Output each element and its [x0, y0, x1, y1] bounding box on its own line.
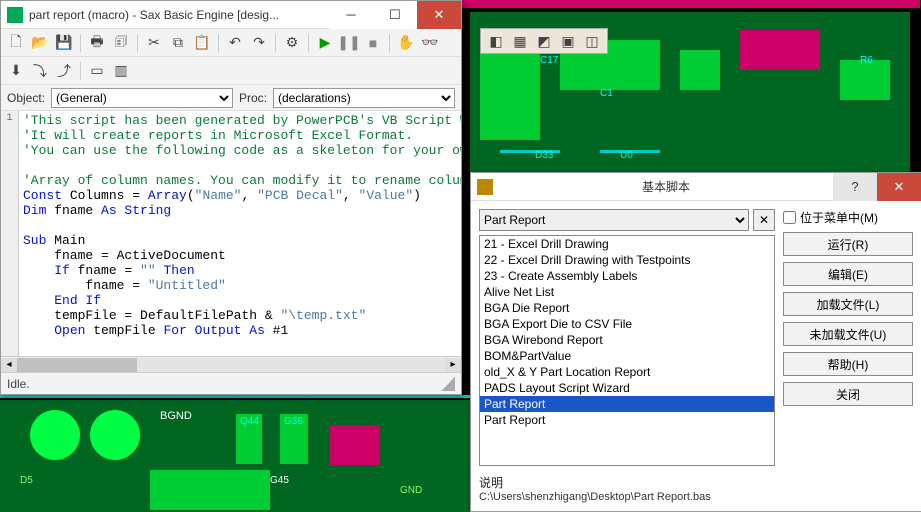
clear-dropdown-button[interactable]: ✕ — [753, 209, 775, 231]
scripts-close-button[interactable]: ✕ — [877, 173, 921, 201]
list-item[interactable]: BGA Die Report — [480, 300, 774, 316]
module-icon[interactable]: ▭ — [86, 60, 108, 82]
pause-icon[interactable]: ❚❚ — [338, 32, 360, 54]
pcb-label: GND — [400, 485, 422, 496]
run-button[interactable]: 运行(R) — [783, 232, 913, 256]
editor-window: part report (macro) - Sax Basic Engine [… — [0, 0, 462, 395]
print-icon[interactable]: 🖶 — [86, 32, 108, 54]
copy-icon[interactable]: ⧉ — [167, 32, 189, 54]
redo-icon[interactable]: ↷ — [248, 32, 270, 54]
object-select[interactable]: (General) — [51, 88, 233, 108]
pcb-tool-5[interactable]: ◫ — [581, 30, 603, 52]
pcb-tool-4[interactable]: ▣ — [557, 30, 579, 52]
horizontal-scrollbar[interactable]: ◂ ▸ — [1, 356, 461, 372]
load-file-button[interactable]: 加载文件(L) — [783, 292, 913, 316]
pcb-label: D33 — [535, 150, 553, 161]
line-marker: 1 — [1, 113, 18, 124]
in-menu-checkbox-row[interactable]: 位于菜单中(M) — [783, 209, 913, 226]
watch-icon[interactable]: 👓 — [419, 32, 441, 54]
list-item[interactable]: 22 - Excel Drill Drawing with Testpoints — [480, 252, 774, 268]
editor-statusbar: Idle. — [1, 372, 461, 394]
maximize-button[interactable]: ☐ — [373, 1, 417, 29]
list-item[interactable]: 23 - Create Assembly Labels — [480, 268, 774, 284]
edit-button[interactable]: 编辑(E) — [783, 262, 913, 286]
proc-label: Proc: — [239, 91, 267, 105]
pcb-toolbar: ◧ ▦ ◩ ▣ ◫ — [480, 28, 608, 54]
step-over-icon[interactable]: ⤵ — [29, 60, 51, 82]
breakpoint-icon[interactable]: ✋ — [395, 32, 417, 54]
desc-label: 说明 — [479, 474, 775, 491]
paste-icon[interactable]: 📋 — [191, 32, 213, 54]
list-item[interactable]: BGA Export Die to CSV File — [480, 316, 774, 332]
pcb-label: C17 — [540, 55, 558, 66]
minimize-button[interactable]: ─ — [329, 1, 373, 29]
pcb-tool-2[interactable]: ▦ — [509, 30, 531, 52]
pcb-label: D5 — [20, 475, 33, 486]
editor-toolbar-2: ⬇ ⤵ ⤴ ▭ ▥ — [1, 57, 461, 85]
in-menu-checkbox[interactable] — [783, 211, 796, 224]
pcb-label: G36 — [284, 416, 303, 427]
dialog-icon[interactable]: ▥ — [110, 60, 132, 82]
scroll-left-icon[interactable]: ◂ — [1, 358, 17, 372]
scroll-thumb[interactable] — [17, 358, 137, 372]
app-icon — [7, 7, 23, 23]
list-item[interactable]: Alive Net List — [480, 284, 774, 300]
scripts-help-button[interactable]: ? — [833, 173, 877, 201]
list-item[interactable]: Part Report — [480, 412, 774, 428]
pcb-label: R6 — [860, 55, 873, 66]
undo-icon[interactable]: ↶ — [224, 32, 246, 54]
code-editor[interactable]: 1 'This script has been generated by Pow… — [1, 111, 461, 372]
scripts-title: 基本脚本 — [499, 178, 833, 195]
proc-select[interactable]: (declarations) — [273, 88, 455, 108]
code-body[interactable]: 'This script has been generated by Power… — [19, 111, 461, 372]
scroll-right-icon[interactable]: ▸ — [445, 358, 461, 372]
pcb-label: G45 — [270, 475, 289, 486]
code-gutter: 1 — [1, 111, 19, 372]
list-item[interactable]: PADS Layout Script Wizard — [480, 380, 774, 396]
scripts-window: 基本脚本 ? ✕ Part Report ✕ 21 - Excel Drill … — [470, 172, 921, 512]
list-item[interactable]: old_X & Y Part Location Report — [480, 364, 774, 380]
list-item[interactable]: BOM&PartValue — [480, 348, 774, 364]
save-icon[interactable]: 💾 — [53, 32, 75, 54]
pcb-label: Q44 — [240, 416, 259, 427]
print-preview-icon[interactable]: 🗊 — [110, 32, 132, 54]
new-icon[interactable]: 🗋 — [5, 32, 27, 54]
object-label: Object: — [7, 91, 45, 105]
stop-icon[interactable]: ■ — [362, 32, 384, 54]
object-proc-bar: Object: (General) Proc: (declarations) — [1, 85, 461, 111]
editor-title: part report (macro) - Sax Basic Engine [… — [29, 8, 329, 22]
desc-path: C:\Users\shenzhigang\Desktop\Part Report… — [479, 491, 775, 503]
pcb-tool-3[interactable]: ◩ — [533, 30, 555, 52]
editor-toolbar-1: 🗋 📂 💾 🖶 🗊 ✂ ⧉ 📋 ↶ ↷ ⚙ ▶ ❚❚ ■ ✋ 👓 — [1, 29, 461, 57]
list-item[interactable]: 21 - Excel Drill Drawing — [480, 236, 774, 252]
list-item[interactable]: Part Report — [480, 396, 774, 412]
in-menu-label: 位于菜单中(M) — [800, 209, 878, 226]
script-dropdown[interactable]: Part Report — [479, 209, 749, 231]
reference-icon[interactable]: ⚙ — [281, 32, 303, 54]
run-icon[interactable]: ▶ — [314, 32, 336, 54]
close-dialog-button[interactable]: 关闭 — [783, 382, 913, 406]
script-listbox[interactable]: 21 - Excel Drill Drawing22 - Excel Drill… — [479, 235, 775, 466]
help-button[interactable]: 帮助(H) — [783, 352, 913, 376]
cut-icon[interactable]: ✂ — [143, 32, 165, 54]
step-into-icon[interactable]: ⬇ — [5, 60, 27, 82]
pcb-tool-1[interactable]: ◧ — [485, 30, 507, 52]
close-button[interactable]: ✕ — [417, 1, 461, 29]
pcb-label: U0 — [620, 150, 633, 161]
list-item[interactable]: BGA Wirebond Report — [480, 332, 774, 348]
status-text: Idle. — [7, 377, 30, 391]
scripts-app-icon — [477, 179, 493, 195]
open-icon[interactable]: 📂 — [29, 32, 51, 54]
pcb-label: C1 — [600, 88, 613, 99]
unload-file-button[interactable]: 未加载文件(U) — [783, 322, 913, 346]
step-out-icon[interactable]: ⤴ — [53, 60, 75, 82]
scripts-titlebar[interactable]: 基本脚本 ? ✕ — [471, 173, 921, 201]
editor-titlebar[interactable]: part report (macro) - Sax Basic Engine [… — [1, 1, 461, 29]
pcb-label: BGND — [160, 410, 192, 422]
resize-grip-icon[interactable] — [441, 377, 455, 391]
